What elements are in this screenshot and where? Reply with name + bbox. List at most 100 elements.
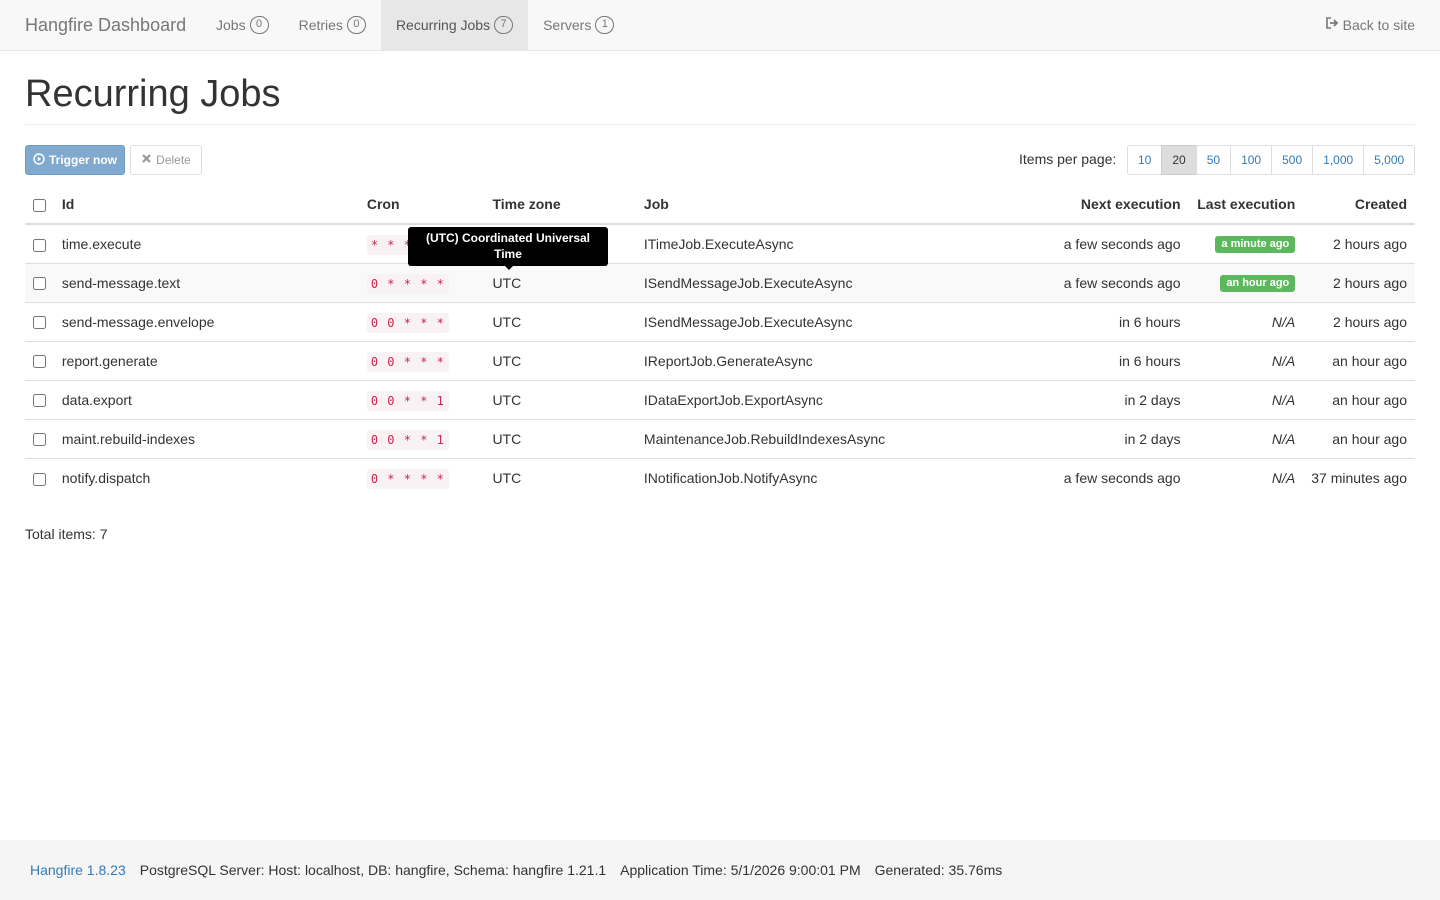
nav-recurring-jobs-label: Recurring Jobs xyxy=(395,17,491,33)
nav-jobs-count: 0 xyxy=(249,16,269,34)
table-row: maint.rebuild-indexes 0 0 * * 1 UTC Main… xyxy=(25,418,1415,458)
navbar: Hangfire Dashboard Jobs 0 Retries 0 Recu… xyxy=(0,0,1440,51)
delete-button[interactable]: Delete xyxy=(130,145,202,175)
nav-servers-label: Servers xyxy=(543,17,592,33)
back-to-site-link[interactable]: Back to site xyxy=(1325,0,1415,50)
cron-cell: 0 0 * * * xyxy=(358,340,485,380)
row-checkbox[interactable] xyxy=(33,472,46,486)
table-header-row: Id Cron Time zone Job Next execution Las… xyxy=(25,185,1415,225)
generated-time: Generated: 35.76ms xyxy=(874,862,1003,878)
trigger-now-button[interactable]: Trigger now xyxy=(25,145,125,175)
job-id[interactable]: data.export xyxy=(53,379,359,419)
last-execution-badge[interactable]: an hour ago xyxy=(1220,275,1296,292)
page-size-1000[interactable]: 1,000 xyxy=(1312,145,1365,175)
last-execution: N/A xyxy=(1188,379,1304,419)
page-size-20[interactable]: 20 xyxy=(1161,145,1197,175)
remove-icon xyxy=(141,153,156,167)
cron-expression: 0 0 * * * xyxy=(366,351,449,372)
header-cron: Cron xyxy=(358,185,485,225)
row-checkbox[interactable] xyxy=(33,238,46,252)
job-id[interactable]: maint.rebuild-indexes xyxy=(53,418,359,458)
header-id: Id xyxy=(53,185,359,225)
page-size-50[interactable]: 50 xyxy=(1195,145,1232,175)
created: an hour ago xyxy=(1303,418,1415,458)
row-checkbox[interactable] xyxy=(33,277,46,291)
sign-out-icon xyxy=(1325,0,1343,50)
page-title: Recurring Jobs xyxy=(25,73,281,115)
job-method: MaintenanceJob.RebuildIndexesAsync xyxy=(635,418,1023,458)
total-items: Total items: 7 xyxy=(25,526,108,542)
timezone-tooltip: (UTC) Coordinated Universal Time xyxy=(408,227,608,266)
cron-cell: 0 0 * * 1 xyxy=(358,379,485,419)
timezone-cell[interactable]: UTC xyxy=(484,340,636,380)
nav-retries-count: 0 xyxy=(346,16,366,34)
created: an hour ago xyxy=(1303,379,1415,419)
cron-cell: 0 * * * * xyxy=(358,457,485,497)
table-row: notify.dispatch 0 * * * * UTC INotificat… xyxy=(25,457,1415,497)
table-row: send-message.text 0 * * * * UTC ISendMes… xyxy=(25,262,1415,302)
cron-expression: 0 * * * * xyxy=(366,273,449,294)
next-execution: a few seconds ago xyxy=(1022,262,1189,302)
header-timezone: Time zone xyxy=(484,185,636,225)
hangfire-version-link[interactable]: Hangfire 1.8.23 xyxy=(30,862,126,878)
last-execution: N/A xyxy=(1188,418,1304,458)
created: 2 hours ago xyxy=(1303,301,1415,341)
created: an hour ago xyxy=(1303,340,1415,380)
cron-cell: 0 0 * * * xyxy=(358,301,485,341)
row-checkbox[interactable] xyxy=(33,433,46,447)
next-execution: in 2 days xyxy=(1022,379,1189,419)
timezone-cell[interactable]: UTC xyxy=(484,457,636,497)
back-to-site-label: Back to site xyxy=(1342,17,1415,33)
header-last-execution: Last execution xyxy=(1188,185,1304,225)
items-per-page-pager: 10 20 50 100 500 1,000 5,000 xyxy=(1127,145,1416,175)
row-checkbox[interactable] xyxy=(33,394,46,408)
job-method: IDataExportJob.ExportAsync xyxy=(635,379,1023,419)
next-execution: in 6 hours xyxy=(1022,340,1189,380)
cron-expression: 0 0 * * 1 xyxy=(366,429,449,450)
job-method: INotificationJob.NotifyAsync xyxy=(635,457,1023,497)
trigger-now-label: Trigger now xyxy=(48,153,117,167)
timezone-cell[interactable]: UTC xyxy=(484,379,636,419)
nav-recurring-jobs[interactable]: Recurring Jobs 7 xyxy=(380,0,529,50)
row-checkbox[interactable] xyxy=(33,355,46,369)
page-size-500[interactable]: 500 xyxy=(1271,145,1314,175)
application-time: Application Time: 5/1/2026 9:00:01 PM xyxy=(620,862,861,878)
nav-retries[interactable]: Retries 0 xyxy=(284,0,381,50)
last-execution: N/A xyxy=(1188,340,1304,380)
cron-cell: 0 0 * * 1 xyxy=(358,418,485,458)
table-row: report.generate 0 0 * * * UTC IReportJob… xyxy=(25,340,1415,380)
last-execution-cell: a minute ago xyxy=(1188,223,1304,263)
page-size-10[interactable]: 10 xyxy=(1127,145,1163,175)
play-circle-icon xyxy=(33,152,49,168)
nav-recurring-jobs-count: 7 xyxy=(494,16,514,34)
timezone-cell[interactable]: UTC xyxy=(484,418,636,458)
row-checkbox[interactable] xyxy=(33,316,46,330)
storage-info: PostgreSQL Server: Host: localhost, DB: … xyxy=(139,862,607,878)
last-execution-cell: an hour ago xyxy=(1188,262,1304,302)
items-per-page-label: Items per page: xyxy=(1019,151,1117,167)
cron-expression: 0 0 * * * xyxy=(366,312,449,333)
select-all-checkbox[interactable] xyxy=(33,198,46,212)
job-id[interactable]: send-message.text xyxy=(53,262,359,302)
job-method: ITimeJob.ExecuteAsync xyxy=(635,223,1023,263)
title-divider xyxy=(25,124,1415,125)
nav-servers-count: 1 xyxy=(595,16,615,34)
next-execution: a few seconds ago xyxy=(1022,457,1189,497)
page-size-100[interactable]: 100 xyxy=(1230,145,1273,175)
job-id[interactable]: time.execute xyxy=(53,223,359,263)
cron-expression: 0 0 * * 1 xyxy=(366,390,449,411)
job-id[interactable]: notify.dispatch xyxy=(53,457,359,497)
created: 37 minutes ago xyxy=(1303,457,1415,497)
job-id[interactable]: report.generate xyxy=(53,340,359,380)
last-execution-badge[interactable]: a minute ago xyxy=(1215,236,1296,254)
brand-link[interactable]: Hangfire Dashboard xyxy=(25,0,186,50)
timezone-cell[interactable]: UTC xyxy=(484,301,636,341)
cron-cell: 0 * * * * xyxy=(358,262,485,302)
page-size-5000[interactable]: 5,000 xyxy=(1363,145,1416,175)
nav-jobs[interactable]: Jobs 0 xyxy=(201,0,284,50)
job-id[interactable]: send-message.envelope xyxy=(53,301,359,341)
next-execution: in 6 hours xyxy=(1022,301,1189,341)
nav-servers[interactable]: Servers 1 xyxy=(528,0,629,50)
created: 2 hours ago xyxy=(1303,223,1415,263)
created: 2 hours ago xyxy=(1303,262,1415,302)
